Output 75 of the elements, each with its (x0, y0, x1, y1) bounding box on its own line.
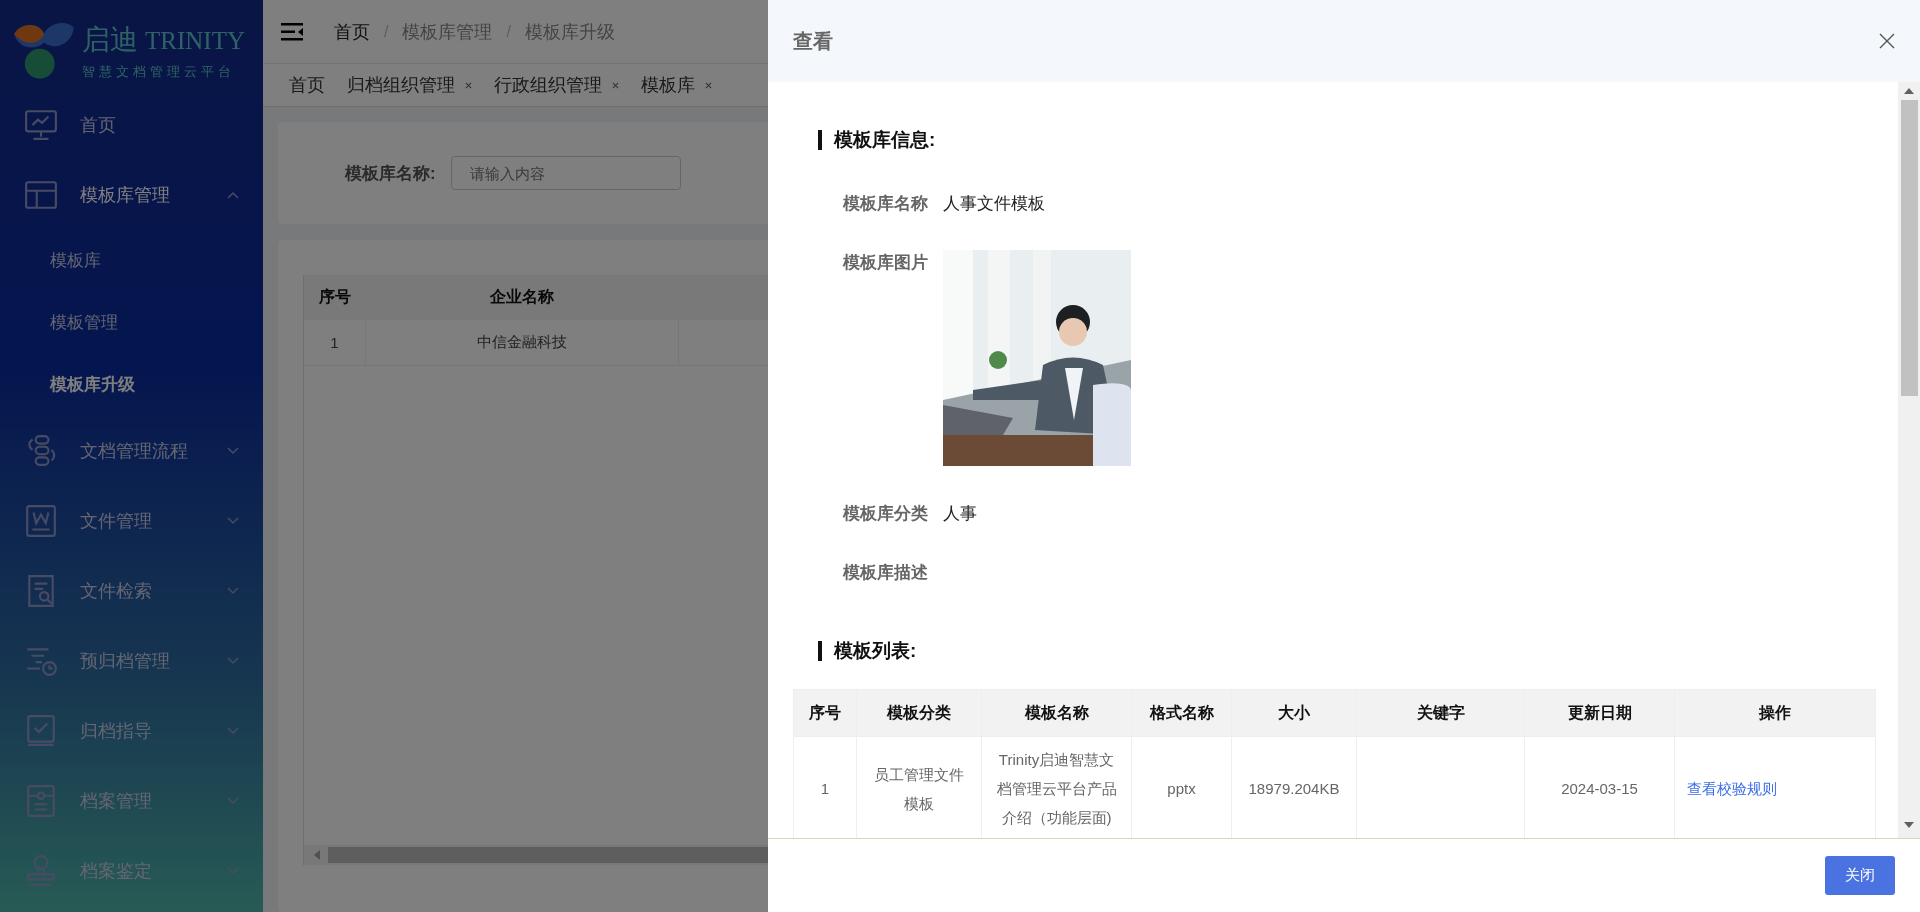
checklist-book-icon (24, 714, 58, 748)
menu-icon[interactable] (281, 22, 303, 41)
breadcrumb-separator: / (384, 22, 389, 41)
monitor-icon (24, 108, 58, 142)
column-header: 模板分类 (856, 689, 982, 737)
tab[interactable]: 首页 (289, 73, 325, 97)
column-header: 更新日期 (1524, 689, 1675, 737)
table-cell: 2024-03-15 (1561, 780, 1638, 797)
field-value: 人事文件模板 (943, 193, 1045, 215)
menu-item[interactable]: 档案管理 (0, 766, 263, 836)
menu-item[interactable]: 归档指导 (0, 696, 263, 766)
column-header: 操作 (1674, 689, 1876, 737)
brand-tagline: 智慧文档管理云平台 (82, 63, 236, 81)
field-label: 模板库名称: (345, 162, 436, 185)
close-icon[interactable] (465, 81, 472, 89)
field-value: 人事 (943, 503, 977, 525)
submenu-item[interactable]: 模板管理 (0, 292, 263, 354)
menu-label: 文档管理流程 (80, 440, 189, 463)
field-label: 模板库描述 (842, 562, 928, 584)
close-button[interactable]: 关闭 (1825, 856, 1895, 895)
field-label: 模板库名称 (842, 193, 928, 215)
menu-label: 预归档管理 (80, 650, 171, 673)
table-cell: 员工管理文件模板 (874, 765, 964, 812)
column-header: 大小 (1231, 689, 1357, 737)
column-header: 企业名称 (366, 275, 679, 319)
layout-icon (24, 178, 58, 212)
scroll-down-icon[interactable] (1904, 822, 1914, 828)
column-header: 序号 (304, 275, 366, 319)
menu-item[interactable]: 文档管理流程 (0, 416, 263, 486)
menu-label: 文件检索 (80, 580, 153, 603)
drawer-title: 查看 (793, 28, 833, 54)
column-header: 格式名称 (1131, 689, 1232, 737)
tab[interactable]: 归档组织管理 (347, 73, 472, 97)
table-cell: pptx (1167, 780, 1196, 797)
close-icon[interactable] (612, 81, 619, 89)
menu-label: 档案鉴定 (80, 860, 153, 883)
menu-item[interactable]: 文件管理 (0, 486, 263, 556)
breadcrumb-item[interactable]: 首页 (334, 19, 370, 44)
document-icon (24, 784, 58, 818)
submenu-item[interactable]: 模板库 (0, 230, 263, 292)
field-label: 模板库分类 (842, 503, 928, 525)
breadcrumb-item: 模板库升级 (524, 20, 615, 44)
tab[interactable]: 模板库 (641, 73, 712, 97)
submenu-item[interactable]: 模板库升级 (0, 354, 263, 416)
view-rules-link[interactable]: 查看校验规则 (1687, 780, 1777, 797)
column-header: 关键字 (1356, 689, 1525, 737)
scroll-left-icon[interactable] (314, 850, 320, 860)
table-cell: 1 (304, 320, 366, 365)
menu-label: 模板库管理 (80, 184, 171, 207)
breadcrumb-separator: / (506, 22, 511, 41)
close-icon[interactable] (1879, 33, 1895, 49)
table-cell: 1 (820, 780, 830, 797)
menu-item[interactable]: 文件检索 (0, 556, 263, 626)
menu-label: 档案管理 (80, 790, 153, 813)
table-cell: 中信金融科技 (366, 320, 679, 365)
field-label: 模板库图片 (842, 252, 928, 274)
brand-name: 启迪 TRINITY (82, 23, 245, 57)
table-cell: 18979.204KB (1248, 780, 1340, 797)
column-header: 模板名称 (981, 689, 1132, 737)
menu-item[interactable]: 模板库管理 (0, 160, 263, 230)
column-header: 序号 (793, 689, 857, 737)
table-cell: Trinity启迪智慧文档管理云平台产品介绍（功能层面) (996, 751, 1117, 826)
tab[interactable]: 行政组织管理 (494, 73, 619, 97)
menu-label: 文件管理 (80, 510, 153, 533)
close-icon[interactable] (705, 81, 712, 89)
search-field[interactable]: 请输入内容 (450, 156, 681, 190)
menu-label: 归档指导 (80, 720, 153, 743)
vertical-scrollbar[interactable] (1898, 82, 1920, 838)
menu-label: 首页 (80, 114, 117, 137)
breadcrumb-item[interactable]: 模板库管理 (402, 19, 493, 44)
stamp-icon (24, 854, 58, 888)
scroll-up-icon[interactable] (1904, 88, 1914, 94)
w-document-icon (24, 504, 58, 538)
menu-item[interactable]: 预归档管理 (0, 626, 263, 696)
menu-item[interactable]: 首页 (0, 90, 263, 160)
